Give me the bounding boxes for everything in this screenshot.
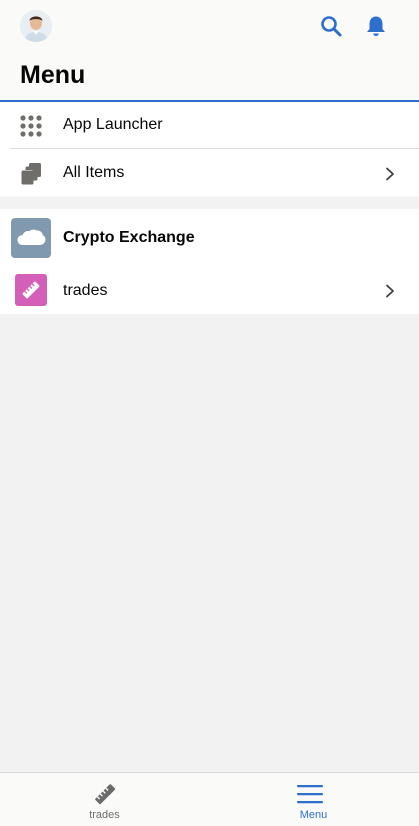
page-title: Menu (20, 61, 86, 89)
tab-menu[interactable]: Menu (209, 773, 418, 826)
ruler-icon (95, 784, 116, 805)
tab-label: Menu (299, 809, 328, 821)
nav-item-trades[interactable]: trades (0, 266, 419, 314)
chevron-right-icon (386, 284, 394, 298)
ruler-icon (15, 274, 47, 306)
app-launcher-item[interactable]: App Launcher (0, 102, 419, 149)
nav-item-label: trades (63, 282, 108, 299)
all-items-label: All Items (63, 164, 125, 181)
header: Menu (0, 0, 419, 102)
app-group: Crypto Exchange trades (0, 209, 419, 314)
tab-trades[interactable]: trades (0, 773, 209, 826)
app-header: Crypto Exchange (0, 209, 419, 266)
app-name: Crypto Exchange (63, 229, 195, 246)
menu-group: App Launcher All Items (0, 102, 419, 197)
cloud-icon (11, 218, 51, 258)
app-launcher-label: App Launcher (63, 116, 163, 133)
bell-icon[interactable] (364, 14, 388, 38)
tab-label: trades (89, 809, 120, 821)
hamburger-icon (297, 785, 323, 804)
avatar-icon (20, 10, 52, 42)
tab-bar: trades Menu (0, 772, 419, 826)
all-items-item[interactable]: All Items (0, 149, 419, 197)
grid-icon (20, 115, 42, 137)
user-avatar[interactable] (20, 10, 52, 42)
chevron-right-icon (386, 167, 394, 181)
search-icon[interactable] (319, 14, 343, 38)
stacked-items-icon (21, 163, 41, 185)
